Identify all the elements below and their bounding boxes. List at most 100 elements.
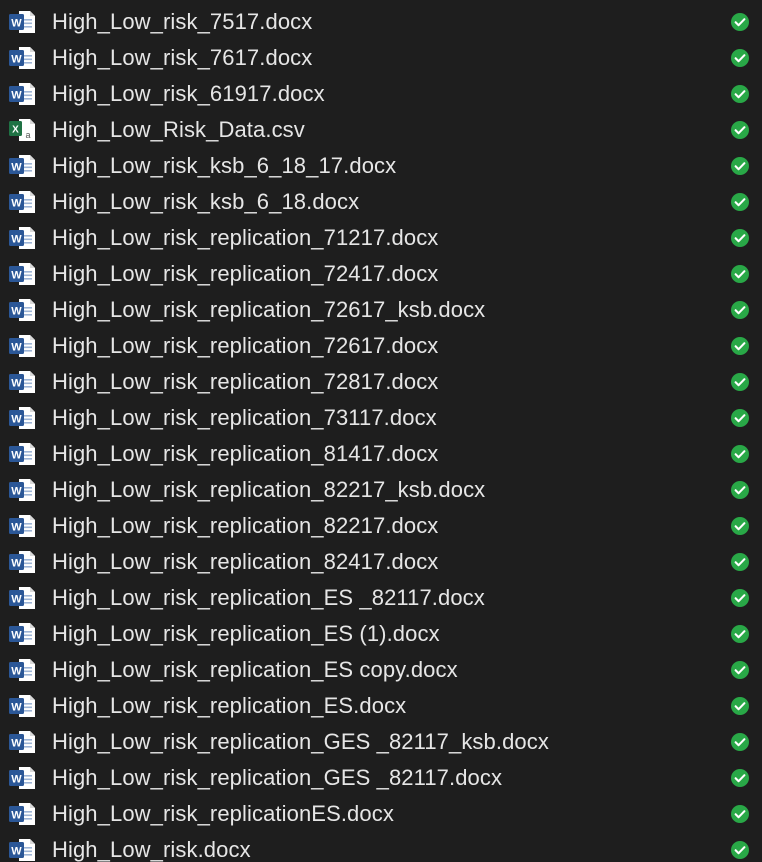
file-row[interactable]: W High_Low_risk.docx bbox=[0, 832, 762, 862]
synced-check-icon bbox=[730, 12, 750, 32]
word-doc-icon: W bbox=[8, 730, 36, 754]
file-row[interactable]: a X High_Low_Risk_Data.csv bbox=[0, 112, 762, 148]
file-row[interactable]: W High_Low_risk_replication_72617.docx bbox=[0, 328, 762, 364]
file-row[interactable]: W High_Low_risk_replication_72817.docx bbox=[0, 364, 762, 400]
file-name: High_Low_risk_replication_81417.docx bbox=[52, 441, 439, 466]
file-row[interactable]: W High_Low_risk_replication_82217.docx bbox=[0, 508, 762, 544]
excel-csv-icon: aX bbox=[8, 118, 36, 142]
svg-text:W: W bbox=[11, 18, 22, 30]
file-row[interactable]: W High_Low_risk_replication_73117.docx bbox=[0, 400, 762, 436]
file-row[interactable]: W High_Low_risk_replication_ES.docx bbox=[0, 688, 762, 724]
file-row[interactable]: W High_Low_risk_61917.docx bbox=[0, 76, 762, 112]
file-row[interactable]: W High_Low_risk_ksb_6_18_17.docx bbox=[0, 148, 762, 184]
svg-text:W: W bbox=[11, 162, 22, 174]
synced-check-icon bbox=[730, 840, 750, 860]
word-doc-icon: W bbox=[8, 334, 36, 358]
file-name: High_Low_risk.docx bbox=[52, 837, 251, 862]
svg-text:W: W bbox=[11, 522, 22, 534]
word-doc-icon: W bbox=[8, 478, 36, 502]
word-doc-icon: W bbox=[8, 766, 36, 790]
file-name: High_Low_risk_replication_72617.docx bbox=[52, 333, 439, 358]
file-row[interactable]: W High_Low_risk_replication_ES (1).docx bbox=[0, 616, 762, 652]
file-name: High_Low_risk_ksb_6_18.docx bbox=[52, 189, 360, 214]
word-doc-icon: W bbox=[8, 694, 36, 718]
file-row[interactable]: W High_Low_risk_replicationES.docx bbox=[0, 796, 762, 832]
svg-text:W: W bbox=[11, 54, 22, 66]
file-row[interactable]: W High_Low_risk_replication_71217.docx bbox=[0, 220, 762, 256]
synced-check-icon bbox=[730, 660, 750, 680]
synced-check-icon bbox=[730, 192, 750, 212]
word-doc-icon: W bbox=[8, 586, 36, 610]
synced-check-icon bbox=[730, 336, 750, 356]
file-name: High_Low_risk_replication_71217.docx bbox=[52, 225, 439, 250]
file-name: High_Low_risk_replication_73117.docx bbox=[52, 405, 437, 430]
svg-text:W: W bbox=[11, 342, 22, 354]
file-row[interactable]: W High_Low_risk_7517.docx bbox=[0, 4, 762, 40]
file-row[interactable]: W High_Low_risk_replication_ES _82117.doc… bbox=[0, 580, 762, 616]
file-name: High_Low_risk_replication_ES (1).docx bbox=[52, 621, 440, 646]
word-doc-icon: W bbox=[8, 442, 36, 466]
synced-check-icon bbox=[730, 408, 750, 428]
word-doc-icon: W bbox=[8, 190, 36, 214]
svg-text:W: W bbox=[11, 738, 22, 750]
file-name: High_Low_risk_replication_82417.docx bbox=[52, 549, 439, 574]
word-doc-icon: W bbox=[8, 838, 36, 862]
word-doc-icon: W bbox=[8, 46, 36, 70]
file-name: High_Low_Risk_Data.csv bbox=[52, 117, 305, 142]
file-name: High_Low_risk_61917.docx bbox=[52, 81, 325, 106]
svg-text:W: W bbox=[11, 90, 22, 102]
svg-text:W: W bbox=[11, 234, 22, 246]
svg-text:W: W bbox=[11, 702, 22, 714]
word-doc-icon: W bbox=[8, 262, 36, 286]
synced-check-icon bbox=[730, 804, 750, 824]
file-name: High_Low_risk_7617.docx bbox=[52, 45, 313, 70]
synced-check-icon bbox=[730, 48, 750, 68]
file-row[interactable]: W High_Low_risk_replication_GES _82117.do… bbox=[0, 760, 762, 796]
word-doc-icon: W bbox=[8, 802, 36, 826]
word-doc-icon: W bbox=[8, 226, 36, 250]
svg-text:W: W bbox=[11, 306, 22, 318]
svg-text:W: W bbox=[11, 378, 22, 390]
word-doc-icon: W bbox=[8, 406, 36, 430]
word-doc-icon: W bbox=[8, 82, 36, 106]
file-name: High_Low_risk_replication_72817.docx bbox=[52, 369, 439, 394]
synced-check-icon bbox=[730, 516, 750, 536]
synced-check-icon bbox=[730, 480, 750, 500]
file-name: High_Low_risk_7517.docx bbox=[52, 9, 313, 34]
svg-text:W: W bbox=[11, 666, 22, 678]
word-doc-icon: W bbox=[8, 514, 36, 538]
svg-text:W: W bbox=[11, 486, 22, 498]
file-row[interactable]: W High_Low_risk_replication_72417.docx bbox=[0, 256, 762, 292]
svg-text:W: W bbox=[11, 630, 22, 642]
file-name: High_Low_risk_replication_72617_ksb.docx bbox=[52, 297, 486, 322]
word-doc-icon: W bbox=[8, 550, 36, 574]
synced-check-icon bbox=[730, 624, 750, 644]
file-row[interactable]: W High_Low_risk_replication_81417.docx bbox=[0, 436, 762, 472]
svg-text:W: W bbox=[11, 810, 22, 822]
svg-text:a: a bbox=[25, 130, 30, 140]
synced-check-icon bbox=[730, 588, 750, 608]
synced-check-icon bbox=[730, 120, 750, 140]
file-name: High_Low_risk_replication_82217_ksb.docx bbox=[52, 477, 486, 502]
file-row[interactable]: W High_Low_risk_replication_GES _82117_ks… bbox=[0, 724, 762, 760]
file-list: W High_Low_risk_7517.docx W High_Low_risk_7… bbox=[0, 0, 762, 862]
file-row[interactable]: W High_Low_risk_replication_72617_ksb.doc… bbox=[0, 292, 762, 328]
word-doc-icon: W bbox=[8, 298, 36, 322]
synced-check-icon bbox=[730, 444, 750, 464]
file-name: High_Low_risk_replicationES.docx bbox=[52, 801, 394, 826]
word-doc-icon: W bbox=[8, 10, 36, 34]
synced-check-icon bbox=[730, 228, 750, 248]
svg-text:W: W bbox=[11, 414, 22, 426]
file-row[interactable]: W High_Low_risk_replication_ES copy.docx bbox=[0, 652, 762, 688]
file-row[interactable]: W High_Low_risk_replication_82417.docx bbox=[0, 544, 762, 580]
synced-check-icon bbox=[730, 696, 750, 716]
word-doc-icon: W bbox=[8, 622, 36, 646]
svg-text:X: X bbox=[12, 125, 19, 136]
file-row[interactable]: W High_Low_risk_7617.docx bbox=[0, 40, 762, 76]
synced-check-icon bbox=[730, 732, 750, 752]
svg-text:W: W bbox=[11, 558, 22, 570]
file-row[interactable]: W High_Low_risk_ksb_6_18.docx bbox=[0, 184, 762, 220]
file-name: High_Low_risk_replication_GES _82117_ksb… bbox=[52, 729, 549, 754]
file-row[interactable]: W High_Low_risk_replication_82217_ksb.doc… bbox=[0, 472, 762, 508]
svg-text:W: W bbox=[11, 774, 22, 786]
